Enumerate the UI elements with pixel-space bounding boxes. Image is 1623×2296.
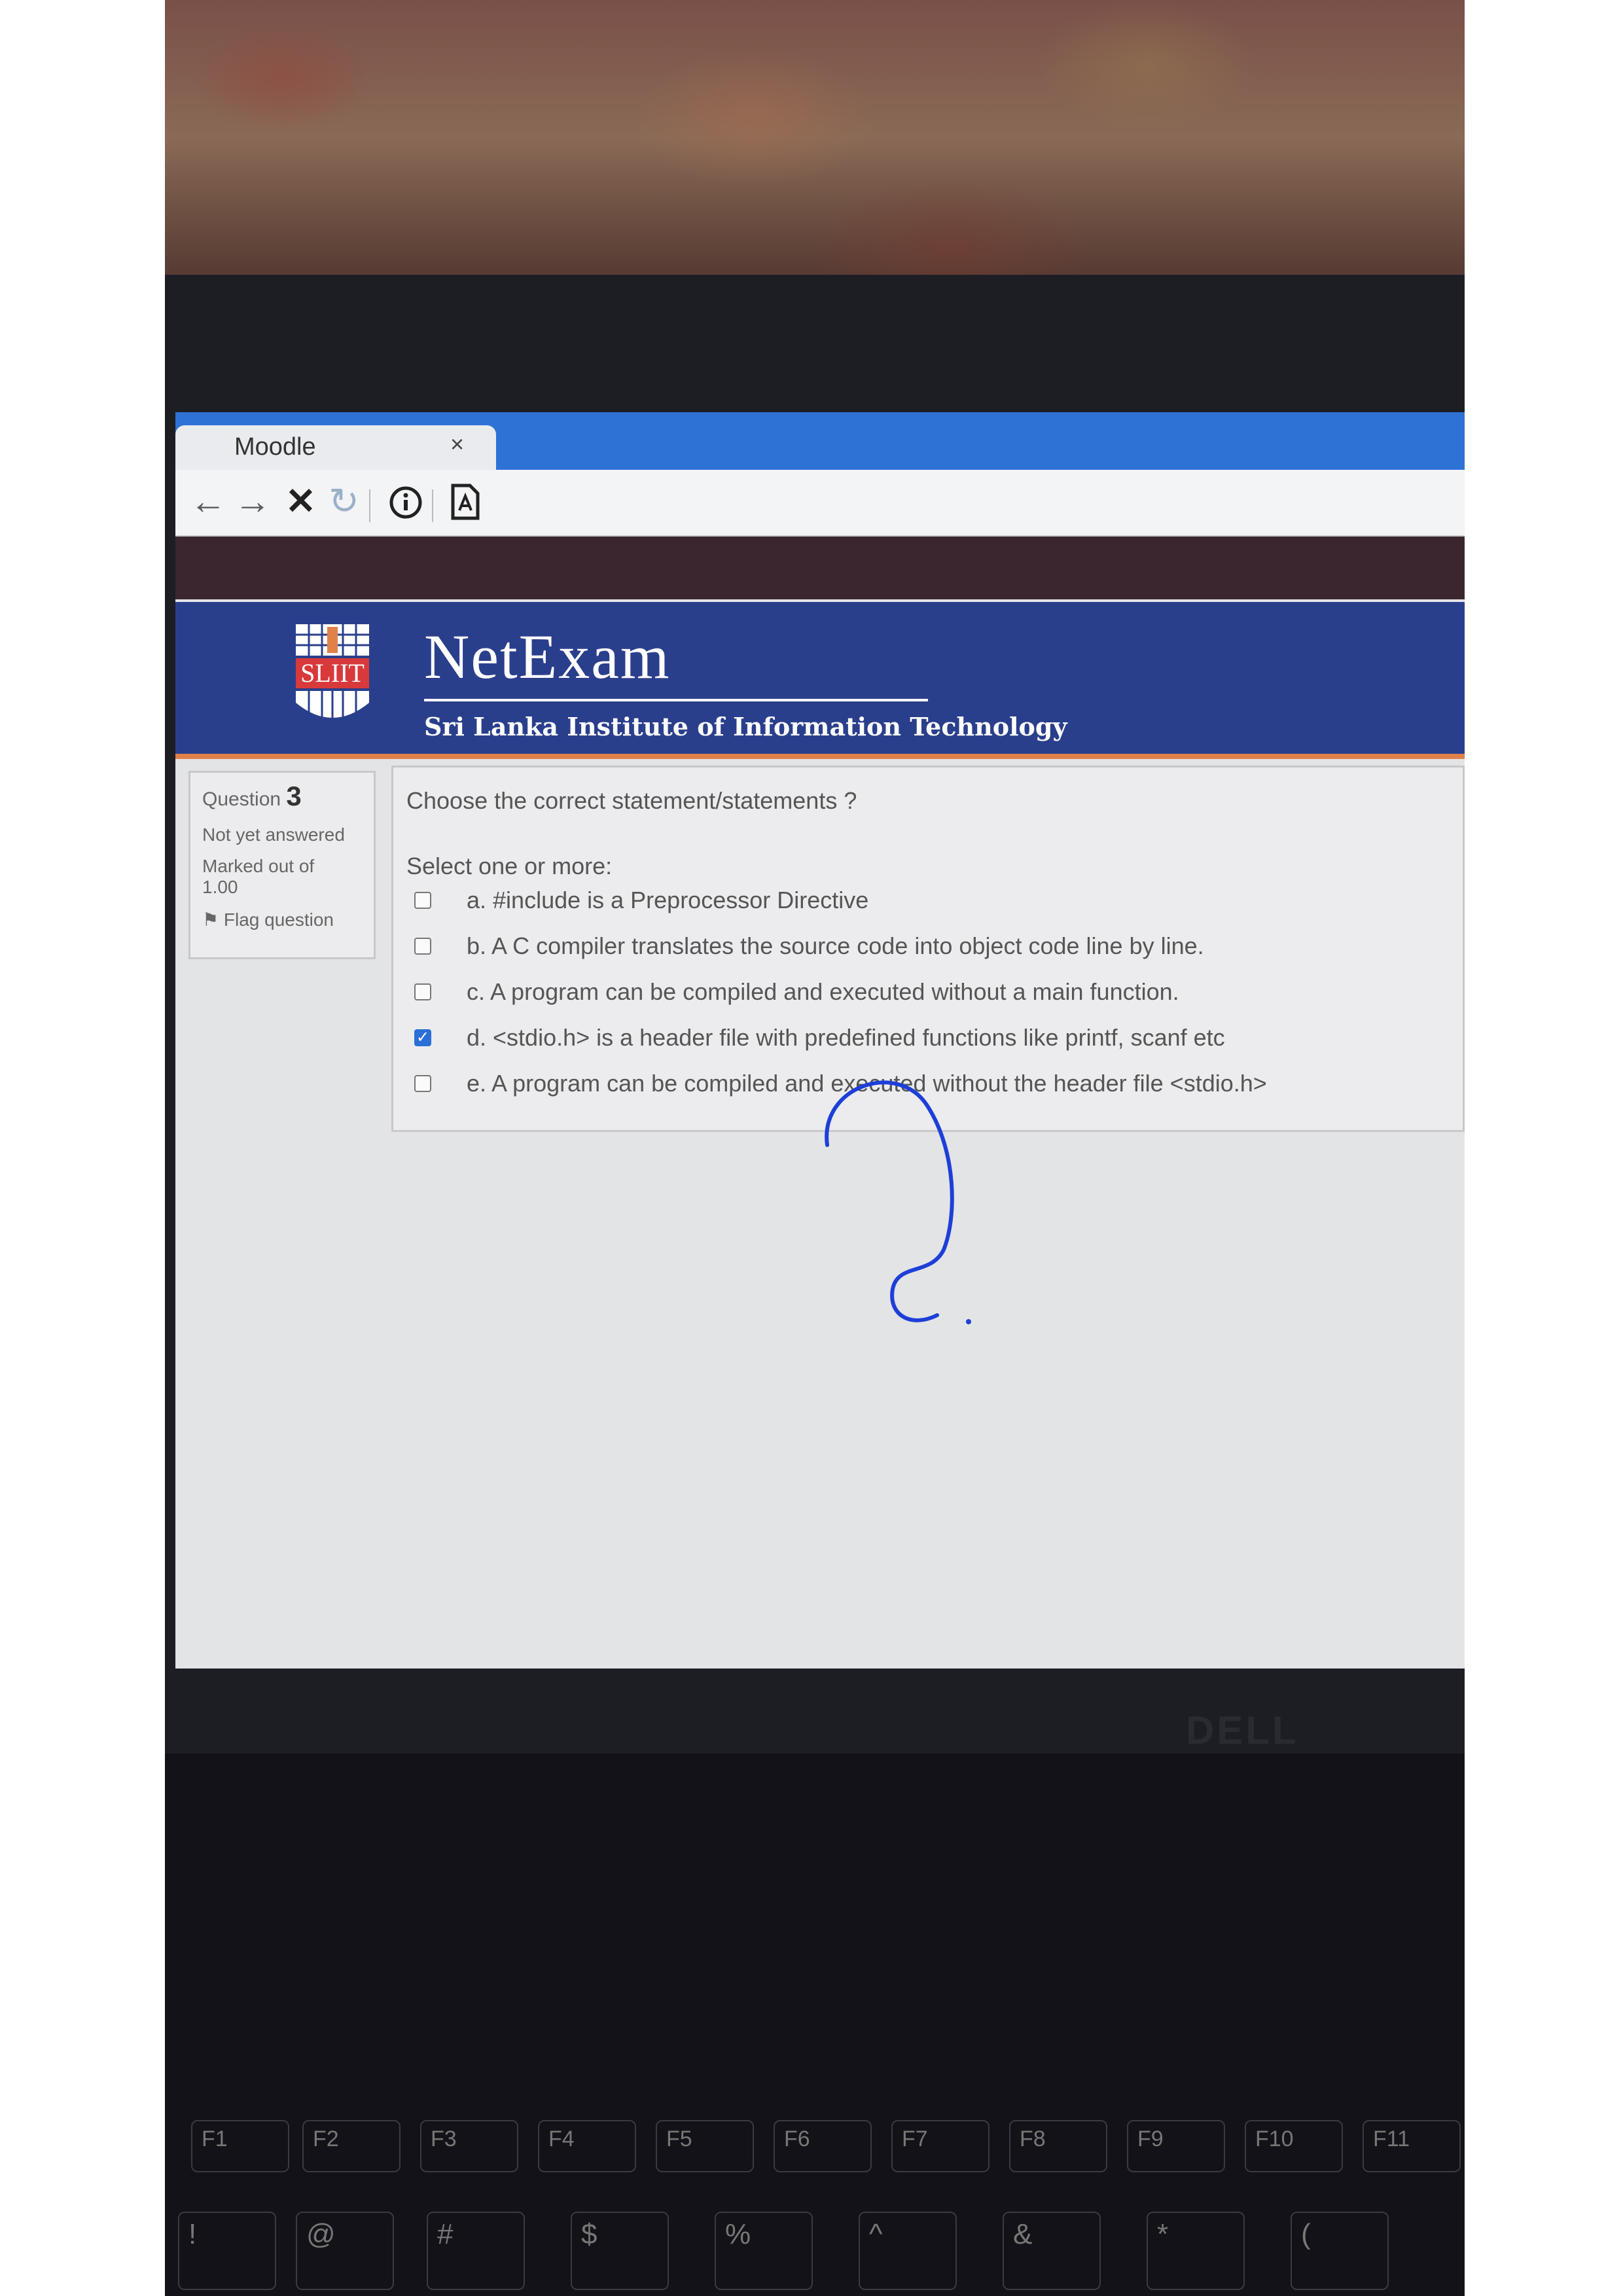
photo-frame: Moodle × ← → ✕ ↻ SLIIT NetExam Sri Lanka…	[165, 0, 1465, 2296]
handwritten-question-mark-annotation	[825, 1080, 971, 1324]
